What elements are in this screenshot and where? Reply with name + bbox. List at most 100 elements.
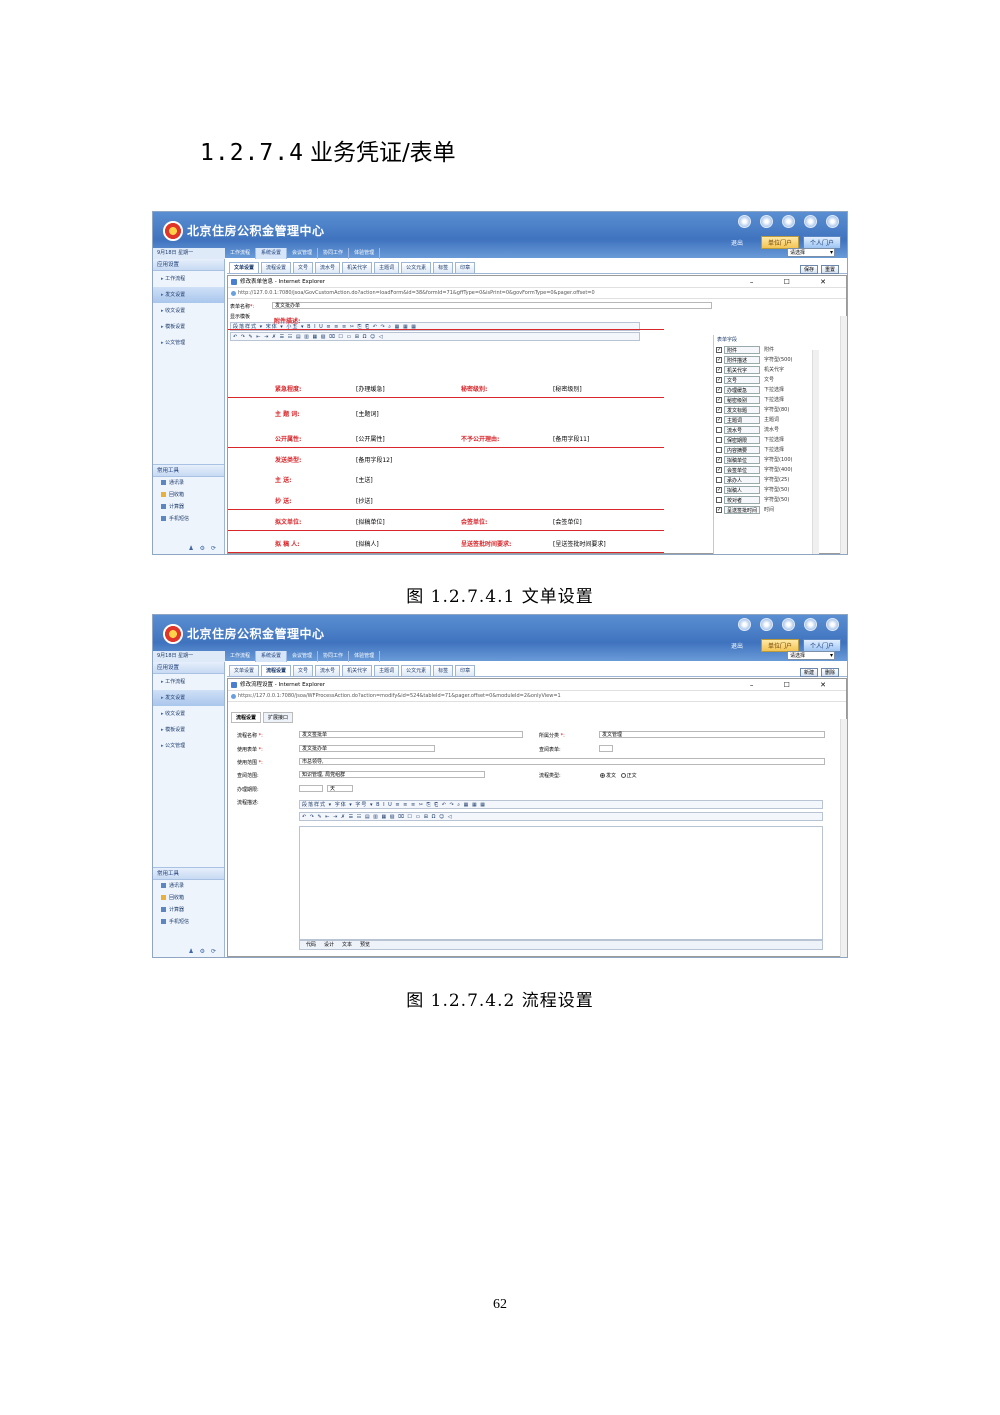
tab-labels[interactable]: 标签 (433, 665, 454, 676)
field-checkbox[interactable] (716, 477, 722, 483)
form-field-value[interactable]: [秘密级别] (553, 384, 582, 393)
editor-toolbar-2[interactable]: ↶ ↷ ✎ ⇤ ⇥ ✗ ☰ ☷ ▤ ▥ ▦ ▧ ⌧ ☐ ▭ ⊞ Ω ☺ ◁ (299, 812, 823, 821)
address-bar[interactable]: https://127.0.0.1:7080/jsoa/WFProcessAct… (228, 691, 846, 702)
tab-doc-number[interactable]: 文号 (293, 665, 314, 676)
sidebar-item-incoming[interactable]: 收文设置 (153, 706, 224, 722)
sidebar-item-documents[interactable]: 公文管理 (153, 738, 224, 754)
query-scope-select[interactable]: 知识管理, 局党组群 (299, 771, 485, 778)
help-icon[interactable] (826, 618, 839, 631)
exit-link[interactable]: 退出 (731, 238, 743, 247)
form-field-value[interactable]: [备用字段11] (553, 434, 589, 443)
form-field-value[interactable]: [公开属性] (356, 434, 385, 443)
sidebar-item-templates[interactable]: 模板设置 (153, 319, 224, 335)
field-checkbox[interactable]: ✓ (716, 407, 722, 413)
field-checkbox[interactable]: ✓ (716, 367, 722, 373)
home-icon[interactable] (738, 618, 751, 631)
tab-doc-elements[interactable]: 公文元素 (401, 665, 432, 676)
sidebar-item-incoming[interactable]: 收文设置 (153, 303, 224, 319)
window-controls[interactable]: – ☐ ✕ (750, 679, 840, 691)
menu-workflow[interactable]: 工作流程 (225, 248, 257, 259)
sidebar-item-documents[interactable]: 公文管理 (153, 335, 224, 351)
portal-select[interactable]: 请选择 (787, 248, 835, 257)
sidebar-item-outgoing[interactable]: 发文设置 (153, 690, 224, 706)
field-item[interactable]: ✓ 办理缓急 下拉选择 (714, 385, 813, 395)
portal-select[interactable]: 请选择 (787, 651, 835, 660)
tab-serial-number[interactable]: 流水号 (315, 665, 341, 676)
category-select[interactable]: 发文管理 (599, 731, 825, 738)
menu-experience[interactable]: 体验管理 (349, 248, 381, 259)
refresh-icon[interactable] (760, 618, 773, 631)
subtab-process-settings[interactable]: 流程设置 (231, 712, 262, 723)
field-item[interactable]: ✓ 文号 文号 (714, 375, 813, 385)
deadline-unit-select[interactable]: 天 (327, 785, 353, 792)
tool-contacts[interactable]: 通讯录 (153, 880, 224, 892)
new-button[interactable]: 新建 (799, 668, 818, 677)
refresh-icon[interactable] (760, 215, 773, 228)
tool-contacts[interactable]: 通讯录 (153, 477, 224, 489)
deadline-input[interactable] (299, 785, 323, 792)
menu-experience[interactable]: 体验管理 (349, 651, 381, 662)
field-item[interactable]: 承办人 字符型(25) (714, 475, 813, 485)
tab-doc-elements[interactable]: 公文元素 (401, 262, 432, 273)
editor-toolbar-2[interactable]: ↶ ↷ ✎ ⇤ ⇥ ✗ ☰ ☷ ▤ ▥ ▦ ▧ ⌧ ☐ ▭ ⊞ Ω ☺ ◁ (230, 332, 640, 341)
dialog-scrollbar[interactable] (840, 719, 847, 957)
tool-calculator[interactable]: 计算器 (153, 501, 224, 513)
form-field-value[interactable]: [主题词] (356, 409, 379, 418)
reset-button[interactable]: 重置 (820, 265, 839, 274)
tool-recycle[interactable]: 回收箱 (153, 489, 224, 501)
dialog-scrollbar[interactable] (840, 316, 847, 554)
field-item[interactable]: ✓ 呈送签批时间 时间 (714, 505, 813, 515)
tool-sms[interactable]: 手机短信 (153, 916, 224, 928)
save-button[interactable]: 保存 (799, 265, 818, 274)
tab-doc-number[interactable]: 文号 (293, 262, 314, 273)
mode-preview[interactable]: 预览 (360, 941, 370, 949)
scope-input[interactable]: 市总领导, (299, 758, 825, 765)
field-item[interactable]: 流水号 流水号 (714, 425, 813, 435)
tab-office-code[interactable]: 机关代字 (342, 665, 373, 676)
help-icon[interactable] (826, 215, 839, 228)
related-form-select[interactable] (599, 745, 613, 752)
form-field-value[interactable]: [抄送] (356, 496, 373, 505)
menu-collaboration[interactable]: 协同工作 (318, 651, 350, 662)
field-scrollbar[interactable] (812, 350, 819, 554)
field-item[interactable]: ✓ 机关代字 机关代字 (714, 365, 813, 375)
field-item[interactable]: ✓ 拟稿人 字符型(50) (714, 485, 813, 495)
field-item[interactable]: 保密期限 下拉选择 (714, 435, 813, 445)
field-checkbox[interactable]: ✓ (716, 357, 722, 363)
home-icon[interactable] (738, 215, 751, 228)
settings-icon[interactable] (804, 618, 817, 631)
tab-serial-number[interactable]: 流水号 (315, 262, 341, 273)
process-name-input[interactable]: 发文签批单 (299, 731, 523, 738)
field-checkbox[interactable] (716, 447, 722, 453)
tab-seals[interactable]: 印章 (455, 262, 476, 273)
field-checkbox[interactable] (716, 437, 722, 443)
delete-button[interactable]: 删除 (820, 668, 839, 677)
field-checkbox[interactable] (716, 427, 722, 433)
field-checkbox[interactable]: ✓ (716, 417, 722, 423)
form-field-value[interactable]: [呈送签批时间要求] (553, 539, 606, 548)
menu-meeting[interactable]: 会议管理 (287, 248, 319, 259)
tab-form-settings[interactable]: 文单设置 (229, 665, 260, 676)
field-item[interactable]: ✓ 附件 附件 (714, 345, 813, 355)
field-item[interactable]: ✓ 秘密级别 下拉选择 (714, 395, 813, 405)
tab-seals[interactable]: 印章 (455, 665, 476, 676)
form-field-value[interactable]: [主送] (356, 475, 373, 484)
menu-system-settings[interactable]: 系统设置 (256, 651, 288, 662)
field-checkbox[interactable]: ✓ (716, 387, 722, 393)
field-checkbox[interactable]: ✓ (716, 457, 722, 463)
field-item[interactable]: 内容摘要 下拉选择 (714, 445, 813, 455)
tab-process-settings[interactable]: 流程设置 (261, 262, 292, 273)
radio-body[interactable] (620, 773, 626, 778)
field-checkbox[interactable]: ✓ (716, 487, 722, 493)
field-item[interactable]: ✓ 拟稿单位 字符型(100) (714, 455, 813, 465)
field-item[interactable]: ✓ 附件描述 字符型(500) (714, 355, 813, 365)
exit-link[interactable]: 退出 (731, 641, 743, 650)
form-field-value[interactable]: [拟稿人] (356, 539, 379, 548)
menu-collaboration[interactable]: 协同工作 (318, 248, 350, 259)
sidebar-item-outgoing[interactable]: 发文设置 (153, 287, 224, 303)
field-checkbox[interactable]: ✓ (716, 397, 722, 403)
form-name-input[interactable]: 发文批办单 (272, 302, 712, 309)
tab-subject-words[interactable]: 主题词 (374, 262, 400, 273)
form-field-value[interactable]: [会签单位] (553, 517, 582, 526)
field-item[interactable]: ✓ 会签单位 字符型(400) (714, 465, 813, 475)
